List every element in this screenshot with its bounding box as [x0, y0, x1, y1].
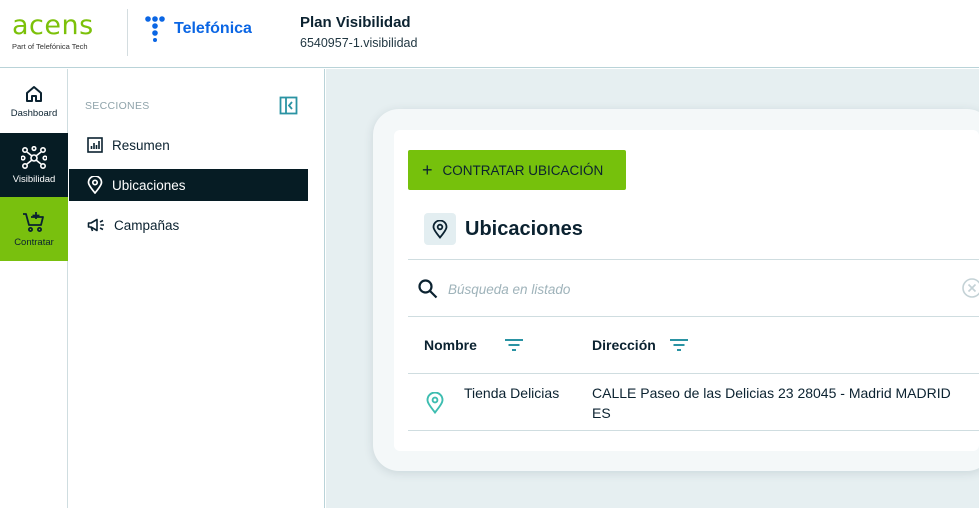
plan-info: Plan Visibilidad 6540957-1.visibilidad [300, 14, 417, 50]
page-heading: Ubicaciones [465, 217, 583, 240]
cart-add-icon [23, 211, 44, 232]
location-pin-icon [424, 213, 456, 245]
section-item-label: Ubicaciones [112, 177, 186, 193]
column-header-nombre[interactable]: Nombre [424, 337, 524, 353]
rail-item-label: Visibilidad [12, 173, 56, 185]
rail-item-contratar[interactable]: Contratar [0, 197, 68, 261]
telefonica-logo: Telefónica [145, 16, 252, 42]
acens-logo-subtitle: Part of Telefónica Tech [12, 42, 88, 51]
rail-item-label: Dashboard [10, 107, 58, 119]
search-icon [418, 279, 438, 299]
rail-item-label: Contratar [14, 236, 54, 248]
sections-title: SECCIONES [85, 100, 150, 112]
plus-icon: + [422, 160, 433, 180]
filter-icon[interactable] [669, 337, 689, 353]
telefonica-logo-text: Telefónica [174, 20, 252, 37]
telefonica-dots-icon [145, 16, 165, 42]
page-title: Plan Visibilidad [300, 14, 411, 31]
section-item-label: Resumen [112, 137, 170, 153]
acens-logo[interactable]: acens Part of Telefónica Tech [12, 12, 112, 51]
column-header-direccion[interactable]: Dirección [592, 337, 689, 353]
add-location-button[interactable]: + CONTRATAR UBICACIÓN [408, 150, 626, 190]
section-item-campanas[interactable]: Campañas [69, 209, 308, 241]
add-location-button-label: CONTRATAR UBICACIÓN [442, 162, 604, 178]
rail-item-dashboard[interactable]: Dashboard [0, 69, 68, 133]
ubicaciones-card: + CONTRATAR UBICACIÓN Ubicaciones Nombre [394, 130, 979, 451]
rail-item-visibilidad[interactable]: Visibilidad [0, 133, 68, 197]
section-item-label: Campañas [114, 217, 180, 233]
chart-icon [87, 137, 103, 153]
location-address: CALLE Paseo de las Delicias 23 28045 - M… [592, 385, 951, 421]
table-row[interactable]: Tienda Delicias CALLE Paseo de las Delic… [408, 374, 979, 431]
header-divider [127, 9, 128, 56]
location-name: Tienda Delicias [464, 385, 560, 401]
clear-search-icon[interactable] [961, 277, 979, 299]
location-pin-icon [87, 176, 103, 194]
collapse-panel-button[interactable] [279, 96, 298, 120]
acens-logo-text: acens [12, 10, 94, 41]
section-heading: Ubicaciones [424, 213, 583, 245]
table-header: Nombre Dirección [408, 317, 979, 374]
page-subtitle: 6540957-1.visibilidad [300, 36, 418, 50]
search-bar [408, 259, 979, 317]
megaphone-icon [87, 218, 104, 232]
column-header-label: Dirección [592, 337, 656, 353]
filter-icon[interactable] [504, 337, 524, 353]
home-icon [26, 85, 42, 102]
section-item-resumen[interactable]: Resumen [69, 129, 308, 161]
panel-collapse-icon [279, 96, 298, 115]
search-input[interactable] [448, 278, 928, 300]
location-pin-icon [426, 392, 444, 414]
sections-panel: SECCIONES Resumen Ubicaciones Campañas [69, 69, 325, 508]
top-header: acens Part of Telefónica Tech Telefónica… [0, 0, 979, 68]
section-item-ubicaciones[interactable]: Ubicaciones [69, 169, 308, 201]
column-header-label: Nombre [424, 337, 477, 353]
left-rail: Dashboard Visibilidad Contratar [0, 69, 68, 508]
network-icon [21, 145, 47, 169]
